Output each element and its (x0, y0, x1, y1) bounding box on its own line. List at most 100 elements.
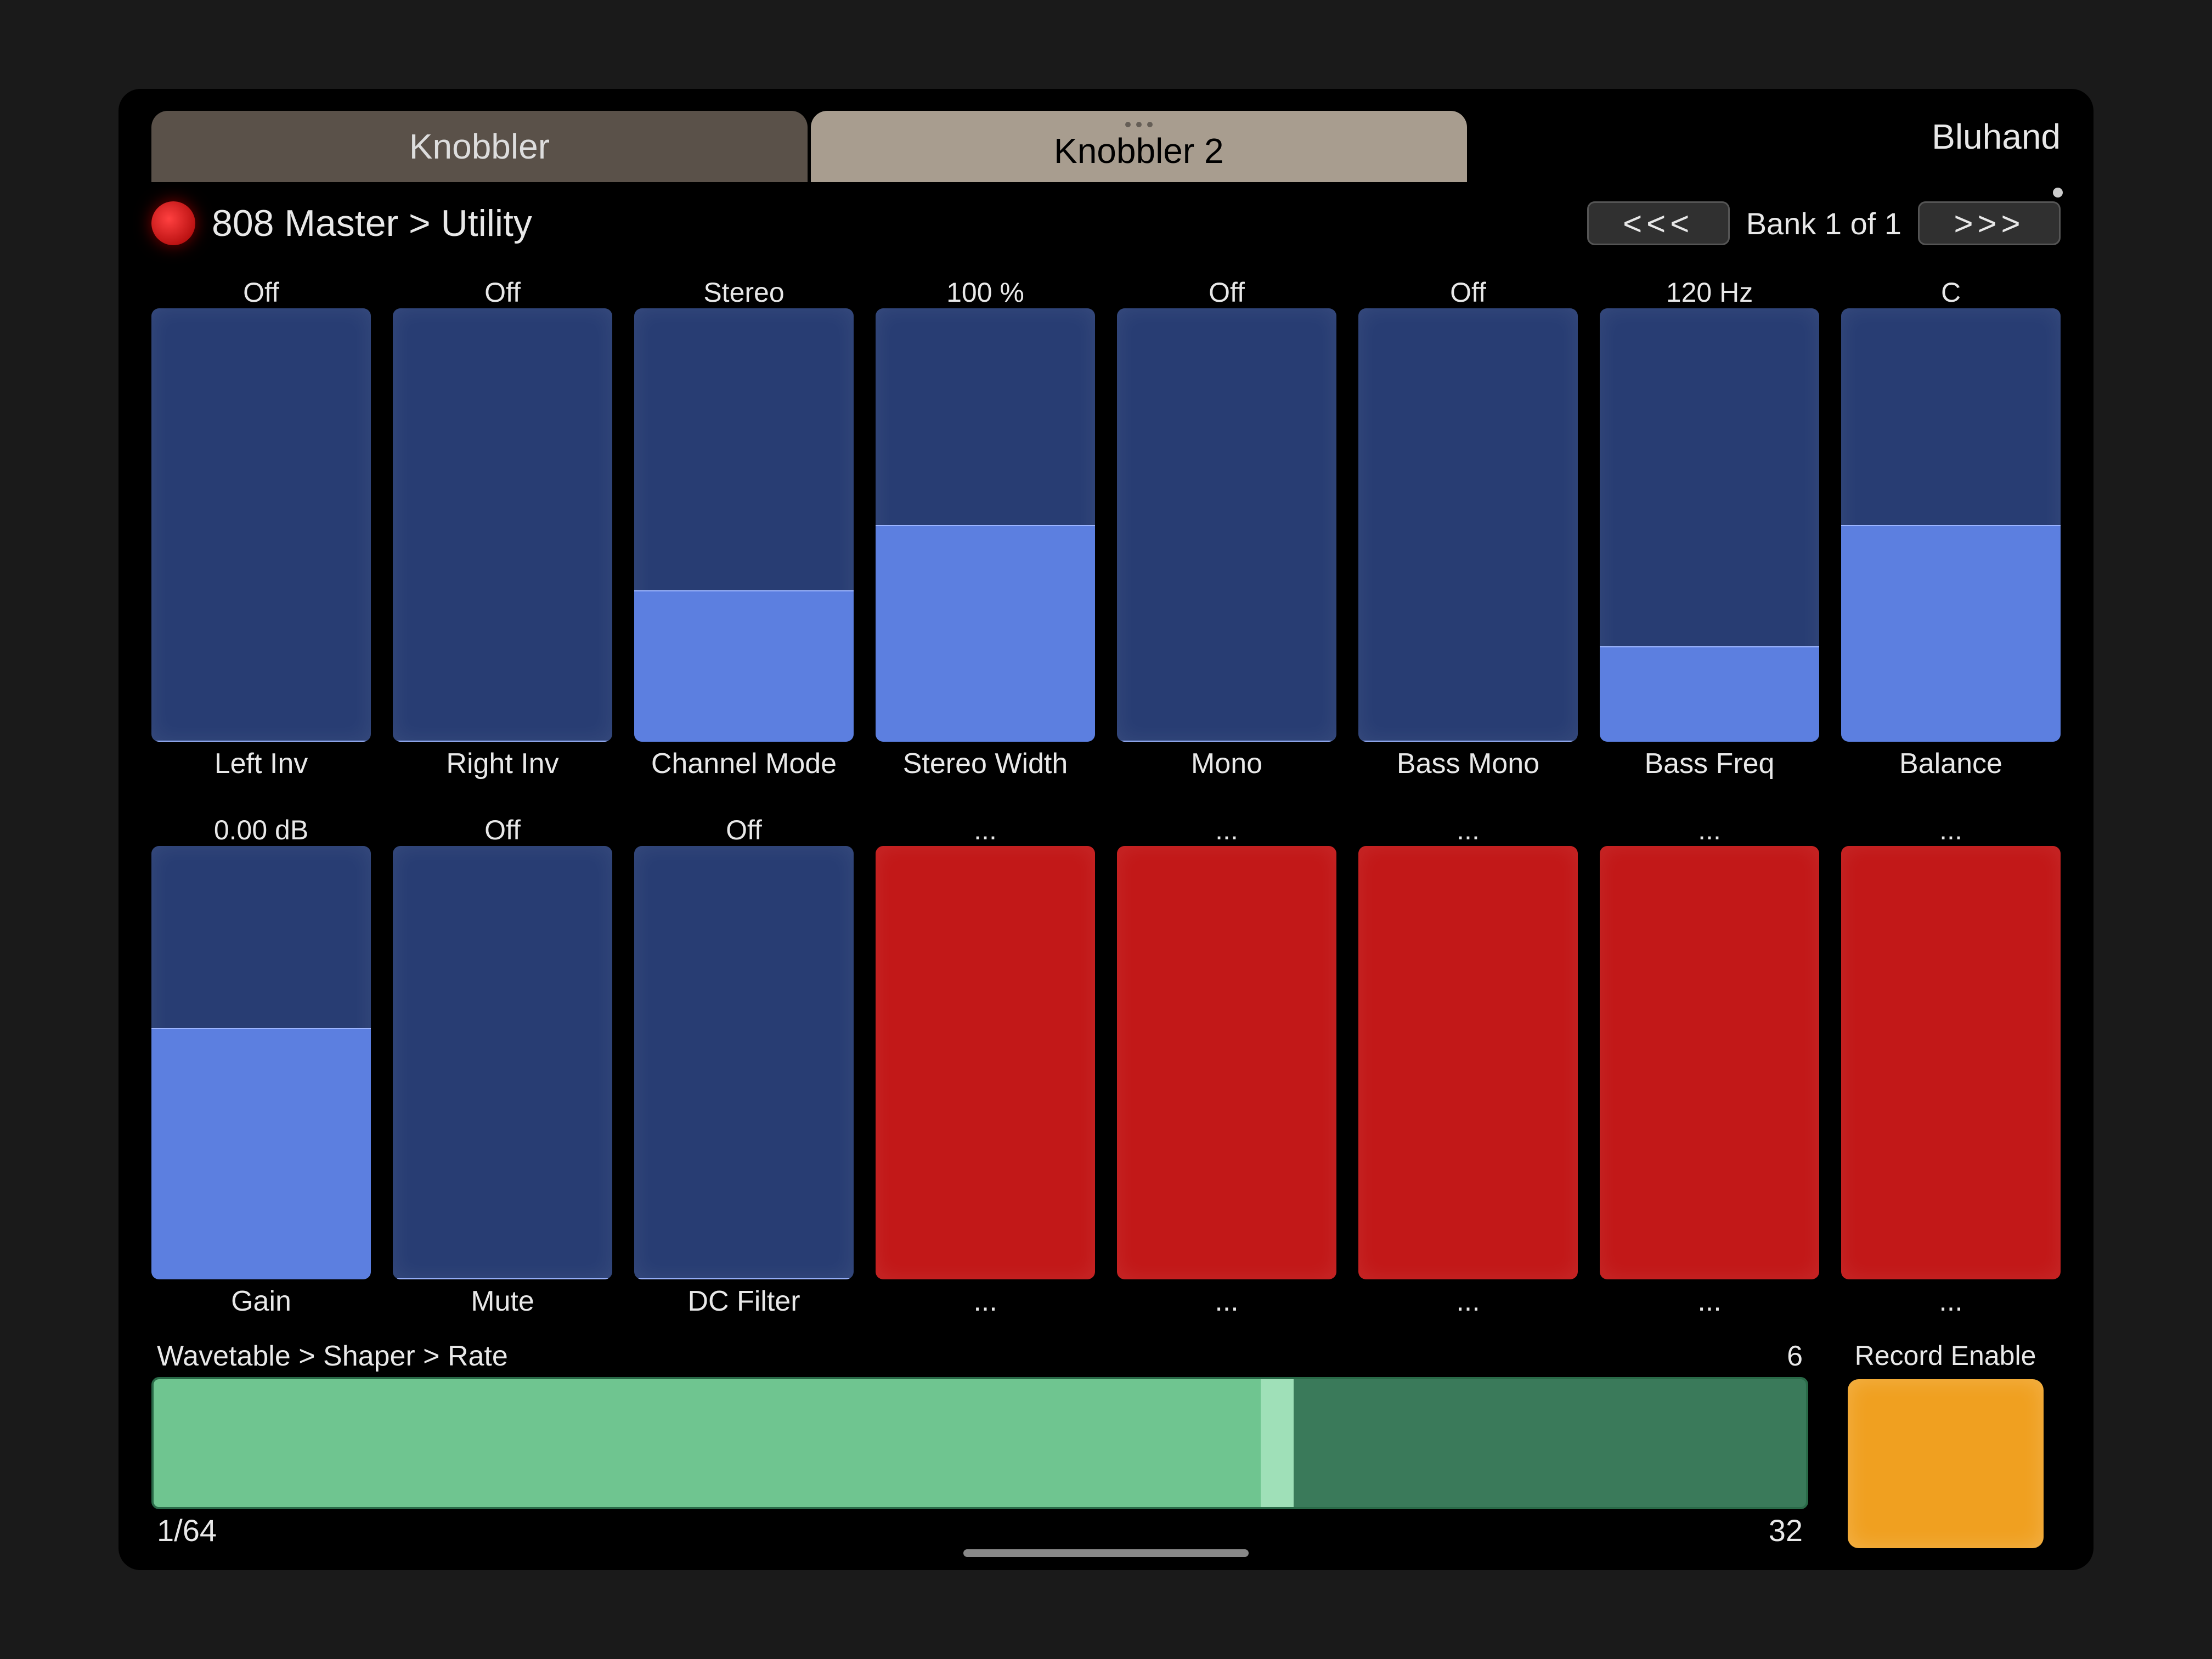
slider-value: ... (1939, 808, 1962, 846)
param-slider: Stereo Channel Mode (634, 270, 854, 786)
slider-name: DC Filter (687, 1279, 800, 1323)
slider-body[interactable] (1841, 308, 2061, 742)
param-slider: C Balance (1841, 270, 2061, 786)
slider-name: Gain (231, 1279, 291, 1323)
param-slider: Off DC Filter (634, 808, 854, 1323)
slider-body[interactable] (1358, 308, 1578, 742)
slider-name: Mute (471, 1279, 534, 1323)
slider-value: ... (974, 808, 997, 846)
hslider-label: Wavetable > Shaper > Rate (157, 1340, 508, 1373)
param-slider: OffBass Mono (1358, 270, 1578, 786)
slider-body[interactable] (393, 846, 612, 1279)
breadcrumb: 808 Master > Utility (212, 202, 532, 245)
param-slider: Off Mono (1117, 270, 1336, 786)
hslider-min: 1/64 (157, 1513, 217, 1548)
app-screen: Knobbler Knobbler 2 Bluhand 808 Master >… (119, 89, 2094, 1570)
tab-knobbler[interactable]: Knobbler (151, 111, 808, 182)
slider-value: ... (1698, 808, 1721, 846)
slider-name: Mono (1191, 742, 1262, 786)
slider-name: ... (1697, 1279, 1721, 1323)
param-slider: ...... (1600, 808, 1819, 1323)
slider-body[interactable] (1117, 846, 1336, 1279)
record-enable-wrap: Record Enable (1830, 1340, 2061, 1548)
slider-value: Off (1450, 270, 1486, 308)
horizontal-slider-wrap: Wavetable > Shaper > Rate 6 1/64 32 (151, 1340, 1808, 1548)
slider-value: Off (484, 808, 521, 846)
param-slider: Off Left Inv (151, 270, 371, 786)
slider-body[interactable] (1600, 846, 1819, 1279)
slider-value: C (1941, 270, 1961, 308)
slider-value: Off (1209, 270, 1245, 308)
param-slider: 100 % Stereo Width (876, 270, 1095, 786)
slider-body[interactable] (634, 846, 854, 1279)
slider-value: Off (726, 808, 762, 846)
slider-value: ... (1457, 808, 1480, 846)
slider-body[interactable] (1600, 308, 1819, 742)
param-slider: ...... (1841, 808, 2061, 1323)
slider-value: 0.00 dB (214, 808, 308, 846)
slider-value: Stereo (703, 270, 784, 308)
header-row: 808 Master > Utility <<< Bank 1 of 1 >>> (151, 193, 2061, 253)
slider-grid: Off Left Inv OffRight Inv Stereo Channel Mod… (151, 270, 2061, 1323)
param-slider: OffRight Inv (393, 270, 612, 786)
hslider-fill (154, 1379, 1277, 1507)
drag-handle-icon (1125, 122, 1153, 127)
slider-name: Left Inv (215, 742, 308, 786)
slider-value: Off (243, 270, 279, 308)
tab-knobbler2[interactable]: Knobbler 2 (811, 111, 1467, 182)
chevron-left-icon: <<< (1623, 205, 1694, 242)
slider-value: Off (484, 270, 521, 308)
horizontal-slider[interactable] (151, 1377, 1808, 1509)
bank-label: Bank 1 of 1 (1746, 206, 1901, 241)
slider-body[interactable] (151, 846, 371, 1279)
hslider-value: 6 (1787, 1340, 1803, 1373)
slider-fill (151, 1028, 371, 1279)
tab-bluhand[interactable]: Bluhand (1470, 111, 2061, 182)
bank-prev-button[interactable]: <<< (1587, 201, 1730, 245)
slider-fill (1841, 525, 2061, 742)
slider-name: ... (1215, 1279, 1238, 1323)
slider-name: ... (1456, 1279, 1480, 1323)
slider-value: 100 % (946, 270, 1024, 308)
slider-name: Balance (1899, 742, 2002, 786)
param-slider: 120 Hz Bass Freq (1600, 270, 1819, 786)
slider-body[interactable] (634, 308, 854, 742)
slider-fill (393, 1278, 612, 1279)
slider-fill (876, 525, 1095, 742)
slider-value: 120 Hz (1666, 270, 1753, 308)
slider-body[interactable] (1841, 846, 2061, 1279)
slider-name: Channel Mode (651, 742, 837, 786)
slider-body[interactable] (393, 308, 612, 742)
slider-body[interactable] (1117, 308, 1336, 742)
param-slider: ...... (876, 808, 1095, 1323)
tab-label: Knobbler (409, 126, 550, 167)
slider-name: Stereo Width (903, 742, 1068, 786)
bank-next-button[interactable]: >>> (1918, 201, 2061, 245)
tab-bar: Knobbler Knobbler 2 Bluhand (151, 111, 2061, 182)
slider-fill (1117, 741, 1336, 742)
slider-body[interactable] (876, 846, 1095, 1279)
slider-fill (634, 1278, 854, 1279)
record-indicator-icon[interactable] (151, 201, 195, 245)
slider-body[interactable] (151, 308, 371, 742)
page-indicator-icon (2053, 188, 2063, 198)
tab-label: Knobbler 2 (1054, 131, 1224, 171)
record-enable-label: Record Enable (1855, 1340, 2036, 1372)
slider-fill (151, 741, 371, 742)
chevron-right-icon: >>> (1954, 205, 2024, 242)
bottom-row: Wavetable > Shaper > Rate 6 1/64 32 Reco… (151, 1340, 2061, 1548)
record-enable-button[interactable] (1848, 1379, 2044, 1548)
param-slider: Off Mute (393, 808, 612, 1323)
hslider-max: 32 (1769, 1513, 1803, 1548)
home-indicator-icon (963, 1549, 1249, 1557)
param-slider: ...... (1117, 808, 1336, 1323)
slider-name: ... (973, 1279, 997, 1323)
slider-name: Bass Freq (1645, 742, 1775, 786)
slider-body[interactable] (876, 308, 1095, 742)
slider-name: ... (1939, 1279, 1962, 1323)
slider-body[interactable] (1358, 846, 1578, 1279)
hslider-thumb[interactable] (1261, 1379, 1294, 1507)
param-slider: ...... (1358, 808, 1578, 1323)
slider-fill (634, 590, 854, 742)
slider-fill (1600, 646, 1819, 742)
